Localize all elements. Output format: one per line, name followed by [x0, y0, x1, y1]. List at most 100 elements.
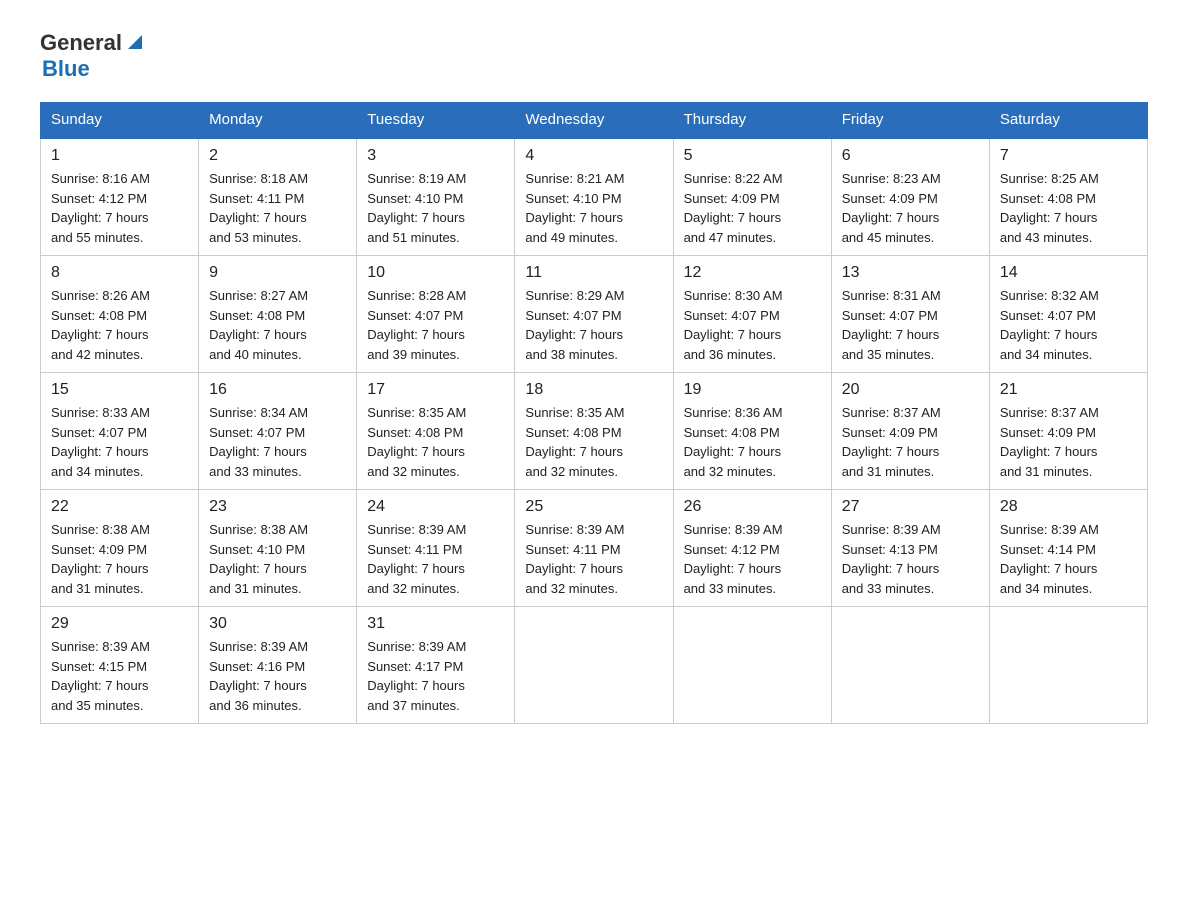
day-info: Sunrise: 8:32 AMSunset: 4:07 PMDaylight:…	[1000, 286, 1137, 364]
calendar-week-row: 29 Sunrise: 8:39 AMSunset: 4:15 PMDayligh…	[41, 607, 1148, 724]
calendar-cell: 4 Sunrise: 8:21 AMSunset: 4:10 PMDaylight…	[515, 138, 673, 256]
calendar-cell: 11 Sunrise: 8:29 AMSunset: 4:07 PMDayligh…	[515, 256, 673, 373]
calendar-cell: 9 Sunrise: 8:27 AMSunset: 4:08 PMDaylight…	[199, 256, 357, 373]
calendar-week-row: 15Sunrise: 8:33 AMSunset: 4:07 PMDayligh…	[41, 373, 1148, 490]
day-number: 6	[842, 147, 979, 165]
day-number: 3	[367, 147, 504, 165]
day-number: 25	[525, 498, 662, 516]
calendar-cell	[673, 607, 831, 724]
day-number: 31	[367, 615, 504, 633]
calendar-cell: 20 Sunrise: 8:37 AMSunset: 4:09 PMDayligh…	[831, 373, 989, 490]
day-number: 19	[684, 381, 821, 399]
calendar-week-row: 1 Sunrise: 8:16 AMSunset: 4:12 PMDaylight…	[41, 138, 1148, 256]
column-header-thursday: Thursday	[673, 103, 831, 138]
calendar-cell: 15Sunrise: 8:33 AMSunset: 4:07 PMDayligh…	[41, 373, 199, 490]
calendar-cell: 13 Sunrise: 8:31 AMSunset: 4:07 PMDayligh…	[831, 256, 989, 373]
column-header-friday: Friday	[831, 103, 989, 138]
day-info: Sunrise: 8:39 AMSunset: 4:11 PMDaylight:…	[525, 520, 662, 598]
calendar-cell: 28 Sunrise: 8:39 AMSunset: 4:14 PMDayligh…	[989, 490, 1147, 607]
calendar-cell: 6 Sunrise: 8:23 AMSunset: 4:09 PMDaylight…	[831, 138, 989, 256]
column-header-saturday: Saturday	[989, 103, 1147, 138]
day-number: 29	[51, 615, 188, 633]
calendar-cell	[831, 607, 989, 724]
day-number: 9	[209, 264, 346, 282]
day-number: 4	[525, 147, 662, 165]
calendar-cell: 3 Sunrise: 8:19 AMSunset: 4:10 PMDaylight…	[357, 138, 515, 256]
day-info: Sunrise: 8:36 AMSunset: 4:08 PMDaylight:…	[684, 403, 821, 481]
day-number: 14	[1000, 264, 1137, 282]
day-number: 12	[684, 264, 821, 282]
calendar-cell: 29 Sunrise: 8:39 AMSunset: 4:15 PMDayligh…	[41, 607, 199, 724]
day-info: Sunrise: 8:38 AMSunset: 4:09 PMDaylight:…	[51, 520, 188, 598]
calendar-cell: 8 Sunrise: 8:26 AMSunset: 4:08 PMDaylight…	[41, 256, 199, 373]
page-header: General Blue	[40, 30, 1148, 82]
calendar-cell: 23Sunrise: 8:38 AMSunset: 4:10 PMDayligh…	[199, 490, 357, 607]
day-number: 30	[209, 615, 346, 633]
day-number: 26	[684, 498, 821, 516]
calendar-week-row: 8 Sunrise: 8:26 AMSunset: 4:08 PMDaylight…	[41, 256, 1148, 373]
calendar-table: SundayMondayTuesdayWednesdayThursdayFrid…	[40, 102, 1148, 724]
day-info: Sunrise: 8:22 AMSunset: 4:09 PMDaylight:…	[684, 169, 821, 247]
calendar-cell: 5 Sunrise: 8:22 AMSunset: 4:09 PMDaylight…	[673, 138, 831, 256]
day-number: 24	[367, 498, 504, 516]
logo-triangle-icon	[124, 31, 146, 53]
day-info: Sunrise: 8:39 AMSunset: 4:12 PMDaylight:…	[684, 520, 821, 598]
calendar-cell: 17 Sunrise: 8:35 AMSunset: 4:08 PMDayligh…	[357, 373, 515, 490]
day-info: Sunrise: 8:19 AMSunset: 4:10 PMDaylight:…	[367, 169, 504, 247]
day-info: Sunrise: 8:39 AMSunset: 4:16 PMDaylight:…	[209, 637, 346, 715]
day-number: 28	[1000, 498, 1137, 516]
calendar-cell: 7 Sunrise: 8:25 AMSunset: 4:08 PMDaylight…	[989, 138, 1147, 256]
calendar-cell	[989, 607, 1147, 724]
calendar-cell: 16Sunrise: 8:34 AMSunset: 4:07 PMDayligh…	[199, 373, 357, 490]
column-header-wednesday: Wednesday	[515, 103, 673, 138]
calendar-cell: 12 Sunrise: 8:30 AMSunset: 4:07 PMDayligh…	[673, 256, 831, 373]
day-info: Sunrise: 8:21 AMSunset: 4:10 PMDaylight:…	[525, 169, 662, 247]
calendar-cell: 27Sunrise: 8:39 AMSunset: 4:13 PMDayligh…	[831, 490, 989, 607]
logo: General Blue	[40, 30, 146, 82]
day-number: 11	[525, 264, 662, 282]
day-number: 7	[1000, 147, 1137, 165]
column-header-monday: Monday	[199, 103, 357, 138]
day-info: Sunrise: 8:39 AMSunset: 4:15 PMDaylight:…	[51, 637, 188, 715]
day-info: Sunrise: 8:16 AMSunset: 4:12 PMDaylight:…	[51, 169, 188, 247]
calendar-cell: 2 Sunrise: 8:18 AMSunset: 4:11 PMDaylight…	[199, 138, 357, 256]
day-info: Sunrise: 8:39 AMSunset: 4:13 PMDaylight:…	[842, 520, 979, 598]
day-info: Sunrise: 8:37 AMSunset: 4:09 PMDaylight:…	[842, 403, 979, 481]
calendar-cell	[515, 607, 673, 724]
column-header-sunday: Sunday	[41, 103, 199, 138]
day-number: 2	[209, 147, 346, 165]
calendar-cell: 31 Sunrise: 8:39 AMSunset: 4:17 PMDayligh…	[357, 607, 515, 724]
day-info: Sunrise: 8:35 AMSunset: 4:08 PMDaylight:…	[367, 403, 504, 481]
day-info: Sunrise: 8:39 AMSunset: 4:14 PMDaylight:…	[1000, 520, 1137, 598]
day-info: Sunrise: 8:34 AMSunset: 4:07 PMDaylight:…	[209, 403, 346, 481]
calendar-cell: 19 Sunrise: 8:36 AMSunset: 4:08 PMDayligh…	[673, 373, 831, 490]
day-number: 20	[842, 381, 979, 399]
calendar-cell: 30 Sunrise: 8:39 AMSunset: 4:16 PMDayligh…	[199, 607, 357, 724]
column-header-tuesday: Tuesday	[357, 103, 515, 138]
day-number: 17	[367, 381, 504, 399]
day-number: 13	[842, 264, 979, 282]
day-number: 8	[51, 264, 188, 282]
calendar-week-row: 22 Sunrise: 8:38 AMSunset: 4:09 PMDayligh…	[41, 490, 1148, 607]
day-info: Sunrise: 8:25 AMSunset: 4:08 PMDaylight:…	[1000, 169, 1137, 247]
day-number: 22	[51, 498, 188, 516]
day-info: Sunrise: 8:18 AMSunset: 4:11 PMDaylight:…	[209, 169, 346, 247]
day-info: Sunrise: 8:28 AMSunset: 4:07 PMDaylight:…	[367, 286, 504, 364]
day-info: Sunrise: 8:31 AMSunset: 4:07 PMDaylight:…	[842, 286, 979, 364]
day-number: 5	[684, 147, 821, 165]
calendar-cell: 22 Sunrise: 8:38 AMSunset: 4:09 PMDayligh…	[41, 490, 199, 607]
day-info: Sunrise: 8:39 AMSunset: 4:11 PMDaylight:…	[367, 520, 504, 598]
calendar-cell: 1 Sunrise: 8:16 AMSunset: 4:12 PMDaylight…	[41, 138, 199, 256]
calendar-header-row: SundayMondayTuesdayWednesdayThursdayFrid…	[41, 103, 1148, 138]
day-number: 10	[367, 264, 504, 282]
day-number: 18	[525, 381, 662, 399]
day-info: Sunrise: 8:39 AMSunset: 4:17 PMDaylight:…	[367, 637, 504, 715]
logo-general-text: General	[40, 30, 122, 56]
day-info: Sunrise: 8:27 AMSunset: 4:08 PMDaylight:…	[209, 286, 346, 364]
day-info: Sunrise: 8:23 AMSunset: 4:09 PMDaylight:…	[842, 169, 979, 247]
day-info: Sunrise: 8:30 AMSunset: 4:07 PMDaylight:…	[684, 286, 821, 364]
day-number: 1	[51, 147, 188, 165]
day-info: Sunrise: 8:26 AMSunset: 4:08 PMDaylight:…	[51, 286, 188, 364]
day-info: Sunrise: 8:29 AMSunset: 4:07 PMDaylight:…	[525, 286, 662, 364]
calendar-cell: 14 Sunrise: 8:32 AMSunset: 4:07 PMDayligh…	[989, 256, 1147, 373]
